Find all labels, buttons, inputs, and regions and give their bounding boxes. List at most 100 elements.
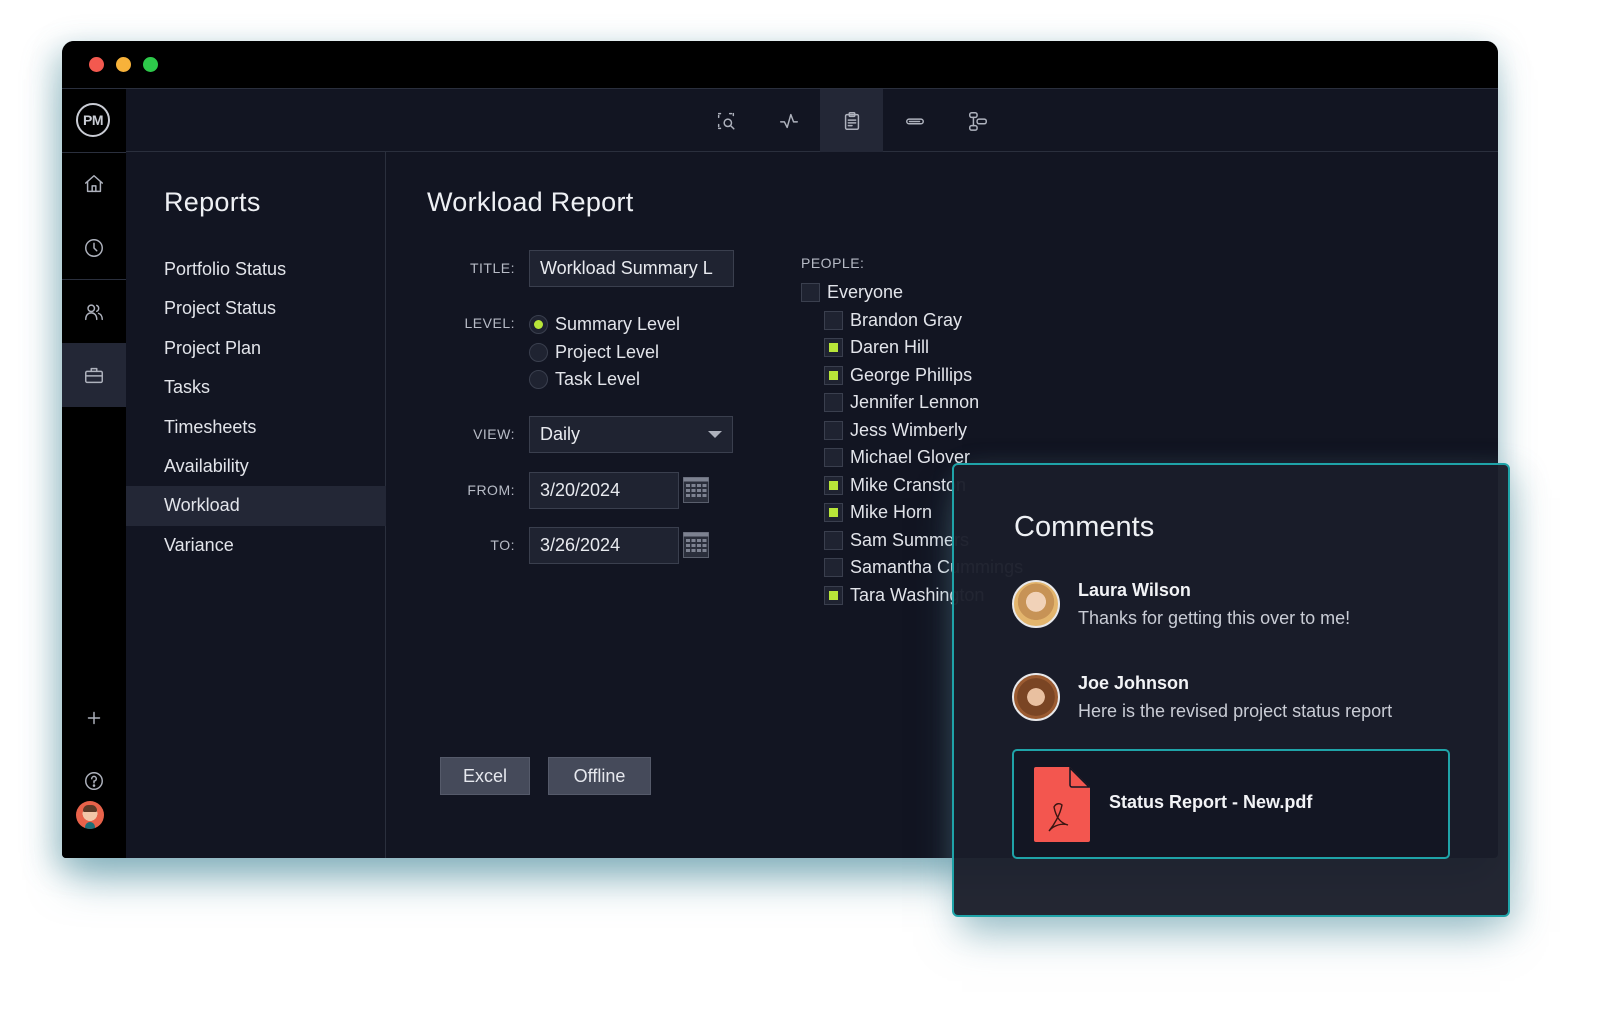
reports-list: Portfolio Status Project Status Project …	[126, 250, 386, 565]
checkbox[interactable]	[824, 421, 843, 440]
title-bar	[62, 41, 1498, 89]
radio-button[interactable]	[529, 315, 548, 334]
calendar-icon[interactable]	[683, 532, 709, 558]
comments-heading: Comments	[1014, 511, 1155, 543]
level-option-task[interactable]: Task Level	[529, 369, 640, 390]
checkbox[interactable]	[824, 476, 843, 495]
rail-recent-button[interactable]	[62, 216, 126, 280]
radio-label: Task Level	[555, 369, 641, 389]
checkbox[interactable]	[824, 338, 843, 357]
clock-icon	[85, 239, 103, 257]
maximize-window-button[interactable]	[143, 57, 158, 72]
avatar	[1012, 673, 1060, 721]
title-input[interactable]: Workload Summary L	[529, 250, 734, 287]
level-option-project[interactable]: Project Level	[529, 342, 659, 363]
comment-author: Laura Wilson	[1078, 580, 1191, 600]
rail-home-button[interactable]	[62, 152, 126, 216]
tool-timeline[interactable]	[883, 89, 946, 152]
tool-dashboard[interactable]	[757, 89, 820, 152]
attachment-card[interactable]: Status Report - New.pdf	[1012, 749, 1450, 859]
page-title: Workload Report	[427, 187, 634, 217]
person-name: Everyone	[827, 282, 904, 302]
hierarchy-icon	[968, 111, 987, 131]
tool-workflow[interactable]	[946, 89, 1009, 152]
tool-search-view[interactable]	[694, 89, 757, 152]
view-toolbar	[126, 89, 1498, 152]
zoom-select-icon	[717, 112, 735, 130]
excel-button[interactable]: Excel	[440, 757, 530, 795]
radio-label: Project Level	[555, 342, 660, 362]
report-item-project-status[interactable]: Project Status	[126, 289, 386, 328]
chevron-down-icon	[708, 431, 722, 438]
help-icon	[85, 772, 103, 790]
report-item-tasks[interactable]: Tasks	[126, 368, 386, 407]
report-item-workload[interactable]: Workload	[126, 486, 386, 526]
person-item[interactable]: Mike Cranston	[824, 475, 966, 496]
view-label: VIEW:	[473, 426, 515, 442]
plus-icon	[87, 711, 101, 725]
checkbox[interactable]	[824, 503, 843, 522]
comments-panel: Comments Laura Wilson Thanks for getting…	[952, 463, 1510, 917]
comment-author: Joe Johnson	[1078, 673, 1190, 693]
person-name: Mike Cranston	[850, 475, 967, 495]
title-label: TITLE:	[469, 260, 515, 276]
comment-text: Thanks for getting this over to me!	[1078, 608, 1351, 628]
person-item[interactable]: Sam Summers	[824, 530, 969, 551]
avatar	[1012, 580, 1060, 628]
to-label: TO:	[490, 537, 515, 553]
person-item[interactable]: George Phillips	[824, 365, 972, 386]
pulse-icon	[779, 113, 798, 128]
report-item-availability[interactable]: Availability	[126, 447, 386, 486]
radio-label: Summary Level	[555, 314, 681, 334]
person-name: Daren Hill	[850, 337, 930, 357]
radio-button[interactable]	[529, 370, 548, 389]
checkbox[interactable]	[824, 311, 843, 330]
report-item-portfolio-status[interactable]: Portfolio Status	[126, 250, 386, 289]
calendar-icon[interactable]	[683, 477, 709, 503]
icon-rail: PM	[62, 89, 126, 858]
pdf-file-icon	[1034, 767, 1090, 842]
report-item-project-plan[interactable]: Project Plan	[126, 329, 386, 368]
radio-button[interactable]	[529, 343, 548, 362]
person-item[interactable]: Jennifer Lennon	[824, 392, 979, 413]
checkbox[interactable]	[824, 366, 843, 385]
from-label: FROM:	[467, 482, 515, 498]
person-item[interactable]: Mike Horn	[824, 502, 932, 523]
rail-portfolio-button[interactable]	[62, 343, 126, 407]
checkbox[interactable]	[824, 586, 843, 605]
person-item[interactable]: Daren Hill	[824, 337, 929, 358]
report-item-variance[interactable]: Variance	[126, 526, 386, 565]
checkbox[interactable]	[824, 448, 843, 467]
person-item[interactable]: Jess Wimberly	[824, 420, 967, 441]
person-name: George Phillips	[850, 365, 973, 385]
briefcase-icon	[85, 367, 103, 384]
rail-people-button[interactable]	[62, 280, 126, 344]
reports-panel: Reports Portfolio Status Project Status …	[126, 152, 386, 858]
level-label: LEVEL:	[464, 315, 515, 331]
to-date-input[interactable]: 3/26/2024	[529, 527, 679, 564]
rail-add-button[interactable]	[62, 686, 126, 750]
person-name: Mike Horn	[850, 502, 933, 522]
person-item[interactable]: Brandon Gray	[824, 310, 962, 331]
bar-icon	[905, 117, 924, 124]
person-name: Brandon Gray	[850, 310, 963, 330]
person-item[interactable]: Michael Glover	[824, 447, 970, 468]
checkbox[interactable]	[824, 531, 843, 550]
offline-button[interactable]: Offline	[548, 757, 651, 795]
checkbox[interactable]	[824, 558, 843, 577]
from-date-input[interactable]: 3/20/2024	[529, 472, 679, 509]
person-name: Jennifer Lennon	[850, 392, 980, 412]
clipboard-icon	[844, 111, 859, 130]
tool-reports[interactable]	[820, 89, 883, 152]
checkbox[interactable]	[801, 283, 820, 302]
pm-logo[interactable]: PM	[76, 103, 110, 137]
view-select[interactable]: Daily	[529, 416, 733, 453]
report-item-timesheets[interactable]: Timesheets	[126, 408, 386, 447]
user-avatar[interactable]	[76, 801, 104, 829]
comment-text: Here is the revised project status repor…	[1078, 701, 1393, 721]
person-everyone[interactable]: Everyone	[801, 282, 903, 303]
level-option-summary[interactable]: Summary Level	[529, 314, 680, 335]
checkbox[interactable]	[824, 393, 843, 412]
close-window-button[interactable]	[89, 57, 104, 72]
minimize-window-button[interactable]	[116, 57, 131, 72]
